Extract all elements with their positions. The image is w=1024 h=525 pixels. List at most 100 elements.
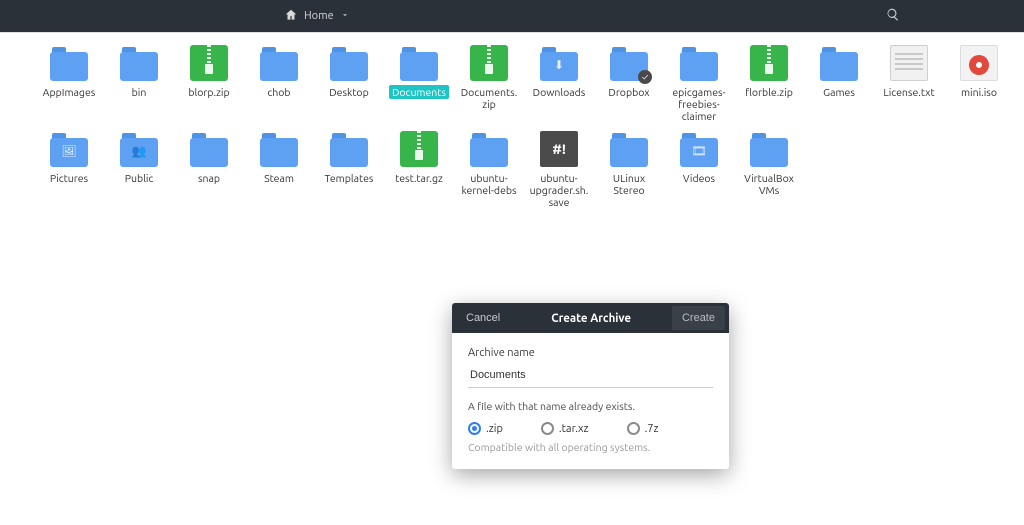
file-item[interactable]: ⬇ Downloads bbox=[524, 41, 594, 127]
file-item[interactable]: Documents.zip bbox=[454, 41, 524, 127]
dialog-title: Create Archive bbox=[510, 312, 672, 325]
archive-name-input[interactable] bbox=[468, 365, 713, 388]
file-item[interactable]: Templates bbox=[314, 127, 384, 213]
folder-icon bbox=[120, 45, 158, 81]
create-button[interactable]: Create bbox=[672, 306, 725, 330]
folder-icon bbox=[680, 45, 718, 81]
file-item[interactable]: test.tar.gz bbox=[384, 127, 454, 213]
file-label: Games bbox=[820, 85, 858, 99]
file-item[interactable]: 🖼 Pictures bbox=[34, 127, 104, 213]
folder-icon bbox=[260, 45, 298, 81]
file-label: test.tar.gz bbox=[392, 171, 446, 185]
pathbar-label: Home bbox=[304, 10, 334, 22]
archive-icon bbox=[400, 131, 438, 167]
file-label: ubuntu-upgrader.sh.save bbox=[526, 171, 592, 209]
file-label: snap bbox=[195, 171, 223, 185]
file-item[interactable]: bin bbox=[104, 41, 174, 127]
search-button[interactable] bbox=[886, 8, 900, 25]
file-item[interactable]: 👥 Public bbox=[104, 127, 174, 213]
file-item[interactable]: Desktop bbox=[314, 41, 384, 127]
compat-note: Compatible with all operating systems. bbox=[468, 441, 713, 453]
file-grid-area: AppImages bin blorp.zip chob Desktop Document… bbox=[0, 33, 1024, 213]
file-item[interactable]: Steam bbox=[244, 127, 314, 213]
file-item[interactable]: 🎞 Videos bbox=[664, 127, 734, 213]
disc-image-icon bbox=[960, 45, 998, 81]
file-label: bin bbox=[129, 85, 150, 99]
folder-icon bbox=[190, 131, 228, 167]
folder-icon: ✓ bbox=[610, 45, 648, 81]
file-item[interactable]: ULinux Stereo bbox=[594, 127, 664, 213]
file-item[interactable]: epicgames-freebies-claimer bbox=[664, 41, 734, 127]
folder-icon: 👥 bbox=[120, 131, 158, 167]
file-item[interactable]: License.txt bbox=[874, 41, 944, 127]
file-label: chob bbox=[264, 85, 293, 99]
radio-dot-icon bbox=[541, 422, 554, 435]
file-item[interactable]: ✓ Dropbox bbox=[594, 41, 664, 127]
file-item[interactable]: ubuntu-kernel-debs bbox=[454, 127, 524, 213]
file-label: florble.zip bbox=[742, 85, 796, 99]
script-file-icon: #! bbox=[540, 131, 578, 167]
file-item[interactable]: AppImages bbox=[34, 41, 104, 127]
folder-icon bbox=[820, 45, 858, 81]
folder-icon bbox=[400, 45, 438, 81]
file-label: VirtualBox VMs bbox=[736, 171, 802, 197]
file-label: Pictures bbox=[47, 171, 91, 185]
file-label: Documents bbox=[389, 85, 449, 99]
cancel-button[interactable]: Cancel bbox=[456, 306, 510, 330]
radio-dot-icon bbox=[627, 422, 640, 435]
file-label: ubuntu-kernel-debs bbox=[456, 171, 522, 197]
file-label: Desktop bbox=[326, 85, 371, 99]
archive-name-label: Archive name bbox=[468, 347, 713, 359]
file-item[interactable]: florble.zip bbox=[734, 41, 804, 127]
file-item[interactable]: VirtualBox VMs bbox=[734, 127, 804, 213]
dialog-header: Cancel Create Archive Create bbox=[452, 303, 729, 333]
folder-icon bbox=[260, 131, 298, 167]
file-label: Templates bbox=[322, 171, 377, 185]
file-label: Dropbox bbox=[605, 85, 652, 99]
folder-icon bbox=[610, 131, 648, 167]
home-icon bbox=[284, 8, 298, 25]
folder-icon bbox=[330, 131, 368, 167]
archive-icon bbox=[470, 45, 508, 81]
file-label: Public bbox=[122, 171, 157, 185]
pathbar-home-button[interactable]: Home bbox=[276, 4, 358, 29]
format-radio[interactable]: .7z bbox=[627, 422, 659, 435]
file-item[interactable]: blorp.zip bbox=[174, 41, 244, 127]
format-label: .7z bbox=[645, 423, 659, 435]
folder-icon: 🎞 bbox=[680, 131, 718, 167]
file-item[interactable]: mini.iso bbox=[944, 41, 1014, 127]
file-label: Documents.zip bbox=[456, 85, 522, 111]
archive-icon bbox=[190, 45, 228, 81]
file-label: Steam bbox=[261, 171, 297, 185]
file-item[interactable]: snap bbox=[174, 127, 244, 213]
header-bar: Home bbox=[0, 0, 1024, 32]
folder-icon bbox=[470, 131, 508, 167]
format-label: .tar.xz bbox=[559, 423, 589, 435]
file-item[interactable]: chob bbox=[244, 41, 314, 127]
folder-icon bbox=[50, 45, 88, 81]
create-archive-dialog: Cancel Create Archive Create Archive nam… bbox=[452, 303, 729, 469]
archive-icon bbox=[750, 45, 788, 81]
chevron-down-icon bbox=[340, 10, 350, 23]
file-item[interactable]: Games bbox=[804, 41, 874, 127]
file-label: blorp.zip bbox=[185, 85, 232, 99]
file-label: Videos bbox=[680, 171, 718, 185]
file-label: mini.iso bbox=[958, 85, 1000, 99]
file-label: ULinux Stereo bbox=[596, 171, 662, 197]
file-item[interactable]: #! ubuntu-upgrader.sh.save bbox=[524, 127, 594, 213]
folder-icon: 🖼 bbox=[50, 131, 88, 167]
format-radio[interactable]: .zip bbox=[468, 422, 503, 435]
folder-icon bbox=[750, 131, 788, 167]
format-radio[interactable]: .tar.xz bbox=[541, 422, 589, 435]
file-item[interactable]: Documents bbox=[384, 41, 454, 127]
format-label: .zip bbox=[486, 423, 503, 435]
file-label: License.txt bbox=[880, 85, 937, 99]
file-label: epicgames-freebies-claimer bbox=[666, 85, 732, 123]
folder-icon bbox=[330, 45, 368, 81]
folder-icon: ⬇ bbox=[540, 45, 578, 81]
text-file-icon bbox=[890, 45, 928, 81]
name-exists-warning: A file with that name already exists. bbox=[468, 400, 713, 412]
radio-dot-icon bbox=[468, 422, 481, 435]
file-label: AppImages bbox=[40, 85, 99, 99]
file-label: Downloads bbox=[530, 85, 589, 99]
